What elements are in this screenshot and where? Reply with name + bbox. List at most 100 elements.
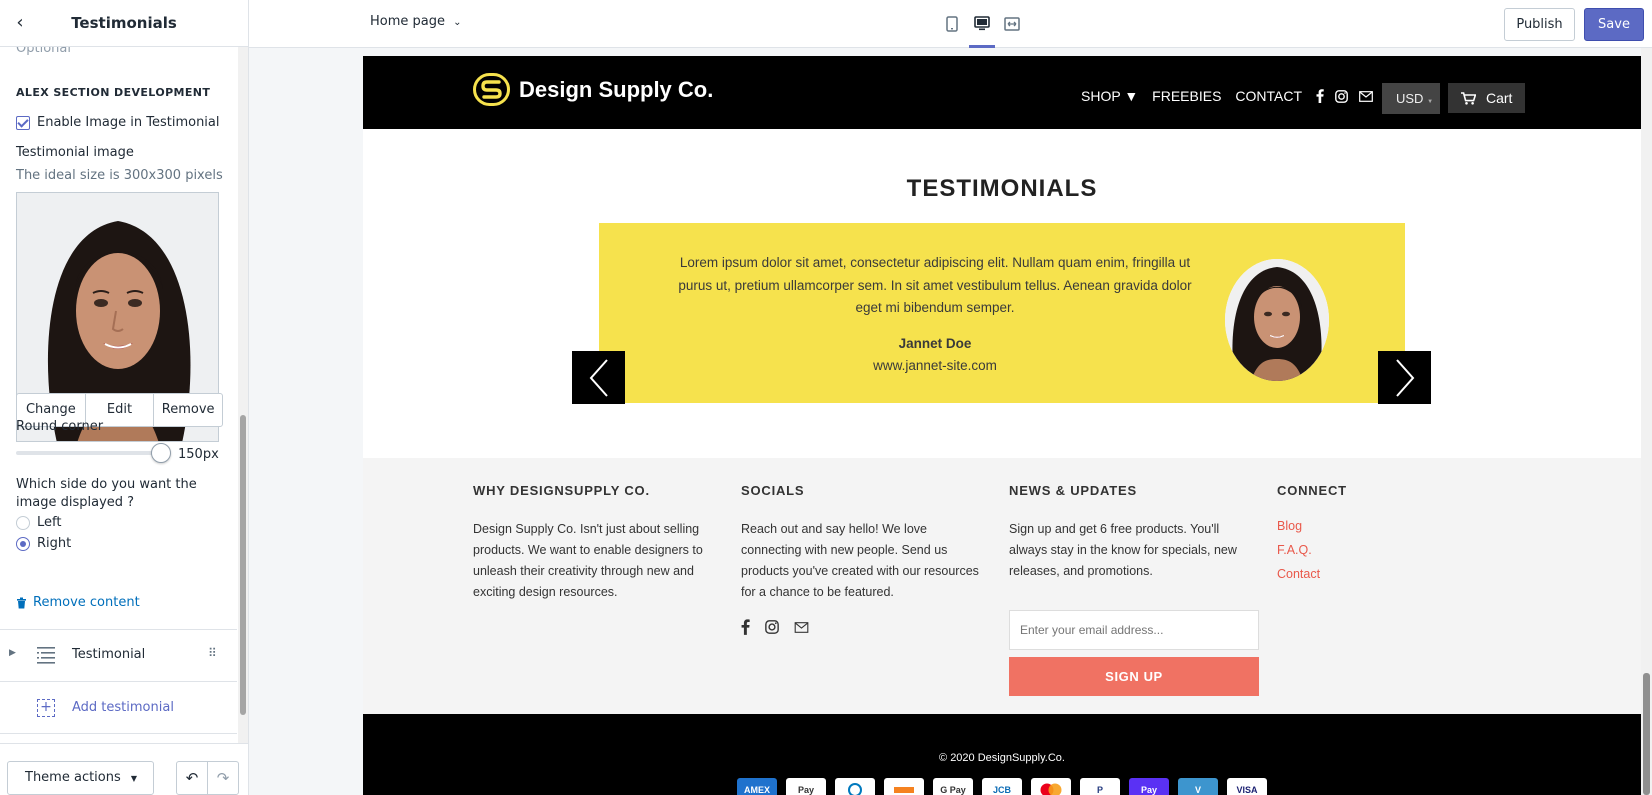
sidebar-scrollbar[interactable] bbox=[238, 47, 248, 743]
round-corner-value: 150px bbox=[178, 447, 219, 462]
slider-track[interactable] bbox=[16, 451, 164, 455]
store-nav: SHOP ▼ FREEBIES CONTACT bbox=[1081, 88, 1409, 104]
instagram-icon[interactable] bbox=[1335, 89, 1348, 103]
drag-handle-icon[interactable]: ⠿ bbox=[208, 646, 217, 660]
testimonial-prev-button[interactable] bbox=[572, 351, 625, 404]
undo-icon[interactable]: ↶ bbox=[177, 762, 208, 794]
device-switcher bbox=[939, 10, 1025, 48]
mail-icon[interactable] bbox=[1359, 90, 1373, 102]
chevron-down-icon: ⌄ bbox=[453, 17, 462, 28]
block-item-testimonial[interactable]: ▶ Testimonial ⠿ bbox=[0, 629, 237, 681]
testimonial-author: Jannet Doe bbox=[898, 336, 972, 351]
theme-actions-dropdown[interactable]: Theme actions ▼ bbox=[7, 761, 154, 795]
copyright-text: © 2020 DesignSupply.Co. bbox=[939, 752, 1065, 764]
scrollbar-thumb[interactable] bbox=[1643, 673, 1650, 795]
sidebar-title: Testimonials bbox=[71, 14, 177, 32]
add-testimonial-button[interactable]: + Add testimonial bbox=[0, 681, 237, 733]
testimonial-website: www.jannet-site.com bbox=[873, 358, 997, 373]
footer-heading-why: WHY DESIGNSUPPLY CO. bbox=[473, 483, 650, 498]
theme-editor-sidebar: ‹ Testimonials Optional ALEX SECTION DEV… bbox=[0, 0, 249, 795]
redo-icon[interactable]: ↷ bbox=[208, 762, 238, 794]
desktop-view-icon[interactable] bbox=[969, 10, 995, 48]
facebook-icon[interactable] bbox=[1316, 89, 1324, 103]
footer-heading-news: NEWS & UPDATES bbox=[1009, 483, 1137, 498]
footer-text-socials: Reach out and say hello! We love connect… bbox=[741, 522, 979, 599]
footer-text-why: Design Supply Co. Isn't just about selli… bbox=[473, 522, 703, 599]
google-pay-icon: G Pay bbox=[933, 778, 973, 795]
testimonial-image-label: Testimonial image bbox=[16, 145, 134, 160]
sidebar-header: ‹ Testimonials bbox=[0, 0, 248, 47]
enable-image-label: Enable Image in Testimonial bbox=[37, 115, 220, 130]
signup-button[interactable]: SIGN UP bbox=[1009, 657, 1259, 696]
store-logo[interactable]: Design Supply Co. bbox=[473, 73, 713, 106]
footer-link-contact[interactable]: Contact bbox=[1277, 567, 1517, 581]
store-header: Design Supply Co. SHOP ▼ FREEBIES CONTAC… bbox=[363, 56, 1641, 129]
logo-icon bbox=[473, 73, 510, 106]
caret-right-icon[interactable]: ▶ bbox=[9, 648, 16, 658]
add-block-icon: + bbox=[37, 699, 55, 717]
side-option-right-label: Right bbox=[37, 536, 72, 551]
mastercard-icon bbox=[1031, 778, 1071, 795]
fullscreen-view-icon[interactable] bbox=[999, 10, 1025, 38]
testimonial-next-button[interactable] bbox=[1378, 351, 1431, 404]
logo-text: Design Supply Co. bbox=[519, 76, 714, 102]
enable-image-checkbox[interactable] bbox=[16, 115, 30, 130]
newsletter-email-input[interactable] bbox=[1009, 610, 1259, 650]
currency-selector[interactable]: USD ▼ bbox=[1382, 83, 1440, 114]
testimonial-card: Lorem ipsum dolor sit amet, consectetur … bbox=[599, 223, 1405, 403]
apple-pay-icon: Pay bbox=[786, 778, 826, 795]
side-option-left[interactable]: Left bbox=[16, 515, 61, 530]
footer-col-connect: CONNECT Blog F.A.Q. Contact bbox=[1277, 483, 1517, 591]
image-size-hint: The ideal size is 300x300 pixels bbox=[16, 168, 223, 183]
cart-label: Cart bbox=[1486, 90, 1513, 106]
remove-image-button[interactable]: Remove bbox=[154, 394, 222, 426]
shop-pay-icon: Pay bbox=[1129, 778, 1169, 795]
footer-social-icons bbox=[741, 619, 981, 635]
caret-down-icon: ▼ bbox=[130, 774, 138, 783]
instagram-icon[interactable] bbox=[765, 620, 779, 634]
footer-col-socials: SOCIALS Reach out and say hello! We love… bbox=[741, 483, 981, 635]
preview-scrollbar[interactable] bbox=[1641, 48, 1652, 795]
footer-link-faq[interactable]: F.A.Q. bbox=[1277, 543, 1517, 557]
page-selector-label: Home page bbox=[370, 14, 445, 29]
remove-content-label: Remove content bbox=[33, 595, 140, 610]
mail-icon[interactable] bbox=[794, 621, 809, 633]
footer-text-news: Sign up and get 6 free products. You'll … bbox=[1009, 522, 1237, 578]
theme-actions-label: Theme actions bbox=[25, 770, 121, 785]
footer-heading-connect: CONNECT bbox=[1277, 483, 1347, 498]
visa-icon: VISA bbox=[1227, 778, 1267, 795]
radio-left[interactable] bbox=[16, 515, 30, 530]
payment-icons: AMEX Pay G Pay JCB P Pay V VISA bbox=[363, 778, 1641, 795]
testimonial-photo bbox=[1225, 259, 1329, 381]
publish-button[interactable]: Publish bbox=[1504, 8, 1575, 41]
block-item-label: Testimonial bbox=[72, 647, 146, 662]
facebook-icon[interactable] bbox=[741, 619, 750, 635]
scrollbar-thumb[interactable] bbox=[240, 415, 246, 715]
nav-freebies[interactable]: FREEBIES bbox=[1152, 88, 1221, 104]
save-button[interactable]: Save bbox=[1584, 8, 1644, 41]
remove-content-link[interactable]: Remove content bbox=[16, 595, 140, 610]
image-side-question: Which side do you want the image display… bbox=[16, 477, 197, 510]
round-corner-slider[interactable] bbox=[16, 443, 171, 463]
radio-right[interactable] bbox=[16, 536, 30, 551]
cart-button[interactable]: Cart bbox=[1448, 83, 1525, 113]
jcb-icon: JCB bbox=[982, 778, 1022, 795]
diners-club-icon bbox=[835, 778, 875, 795]
page-selector[interactable]: Home page ⌄ bbox=[370, 14, 462, 29]
footer-col-news: NEWS & UPDATES Sign up and get 6 free pr… bbox=[1009, 483, 1259, 696]
mobile-view-icon[interactable] bbox=[939, 10, 965, 38]
sidebar-footer: Theme actions ▼ ↶ ↷ bbox=[0, 743, 248, 795]
enable-image-checkbox-row[interactable]: Enable Image in Testimonial bbox=[16, 115, 220, 130]
side-option-right[interactable]: Right bbox=[16, 536, 71, 551]
editor-topbar: Home page ⌄ Publish Save bbox=[249, 0, 1652, 48]
nav-shop[interactable]: SHOP ▼ bbox=[1081, 88, 1138, 104]
slider-handle[interactable] bbox=[151, 443, 171, 463]
nav-contact[interactable]: CONTACT bbox=[1235, 88, 1302, 104]
discover-icon bbox=[884, 778, 924, 795]
sidebar-settings-panel[interactable]: Optional ALEX SECTION DEVELOPMENT Enable… bbox=[0, 47, 237, 743]
store-preview[interactable]: Design Supply Co. SHOP ▼ FREEBIES CONTAC… bbox=[363, 56, 1641, 795]
divider bbox=[0, 733, 237, 734]
footer-heading-socials: SOCIALS bbox=[741, 483, 805, 498]
footer-col-why: WHY DESIGNSUPPLY CO. Design Supply Co. I… bbox=[473, 483, 713, 603]
footer-link-blog[interactable]: Blog bbox=[1277, 519, 1517, 533]
